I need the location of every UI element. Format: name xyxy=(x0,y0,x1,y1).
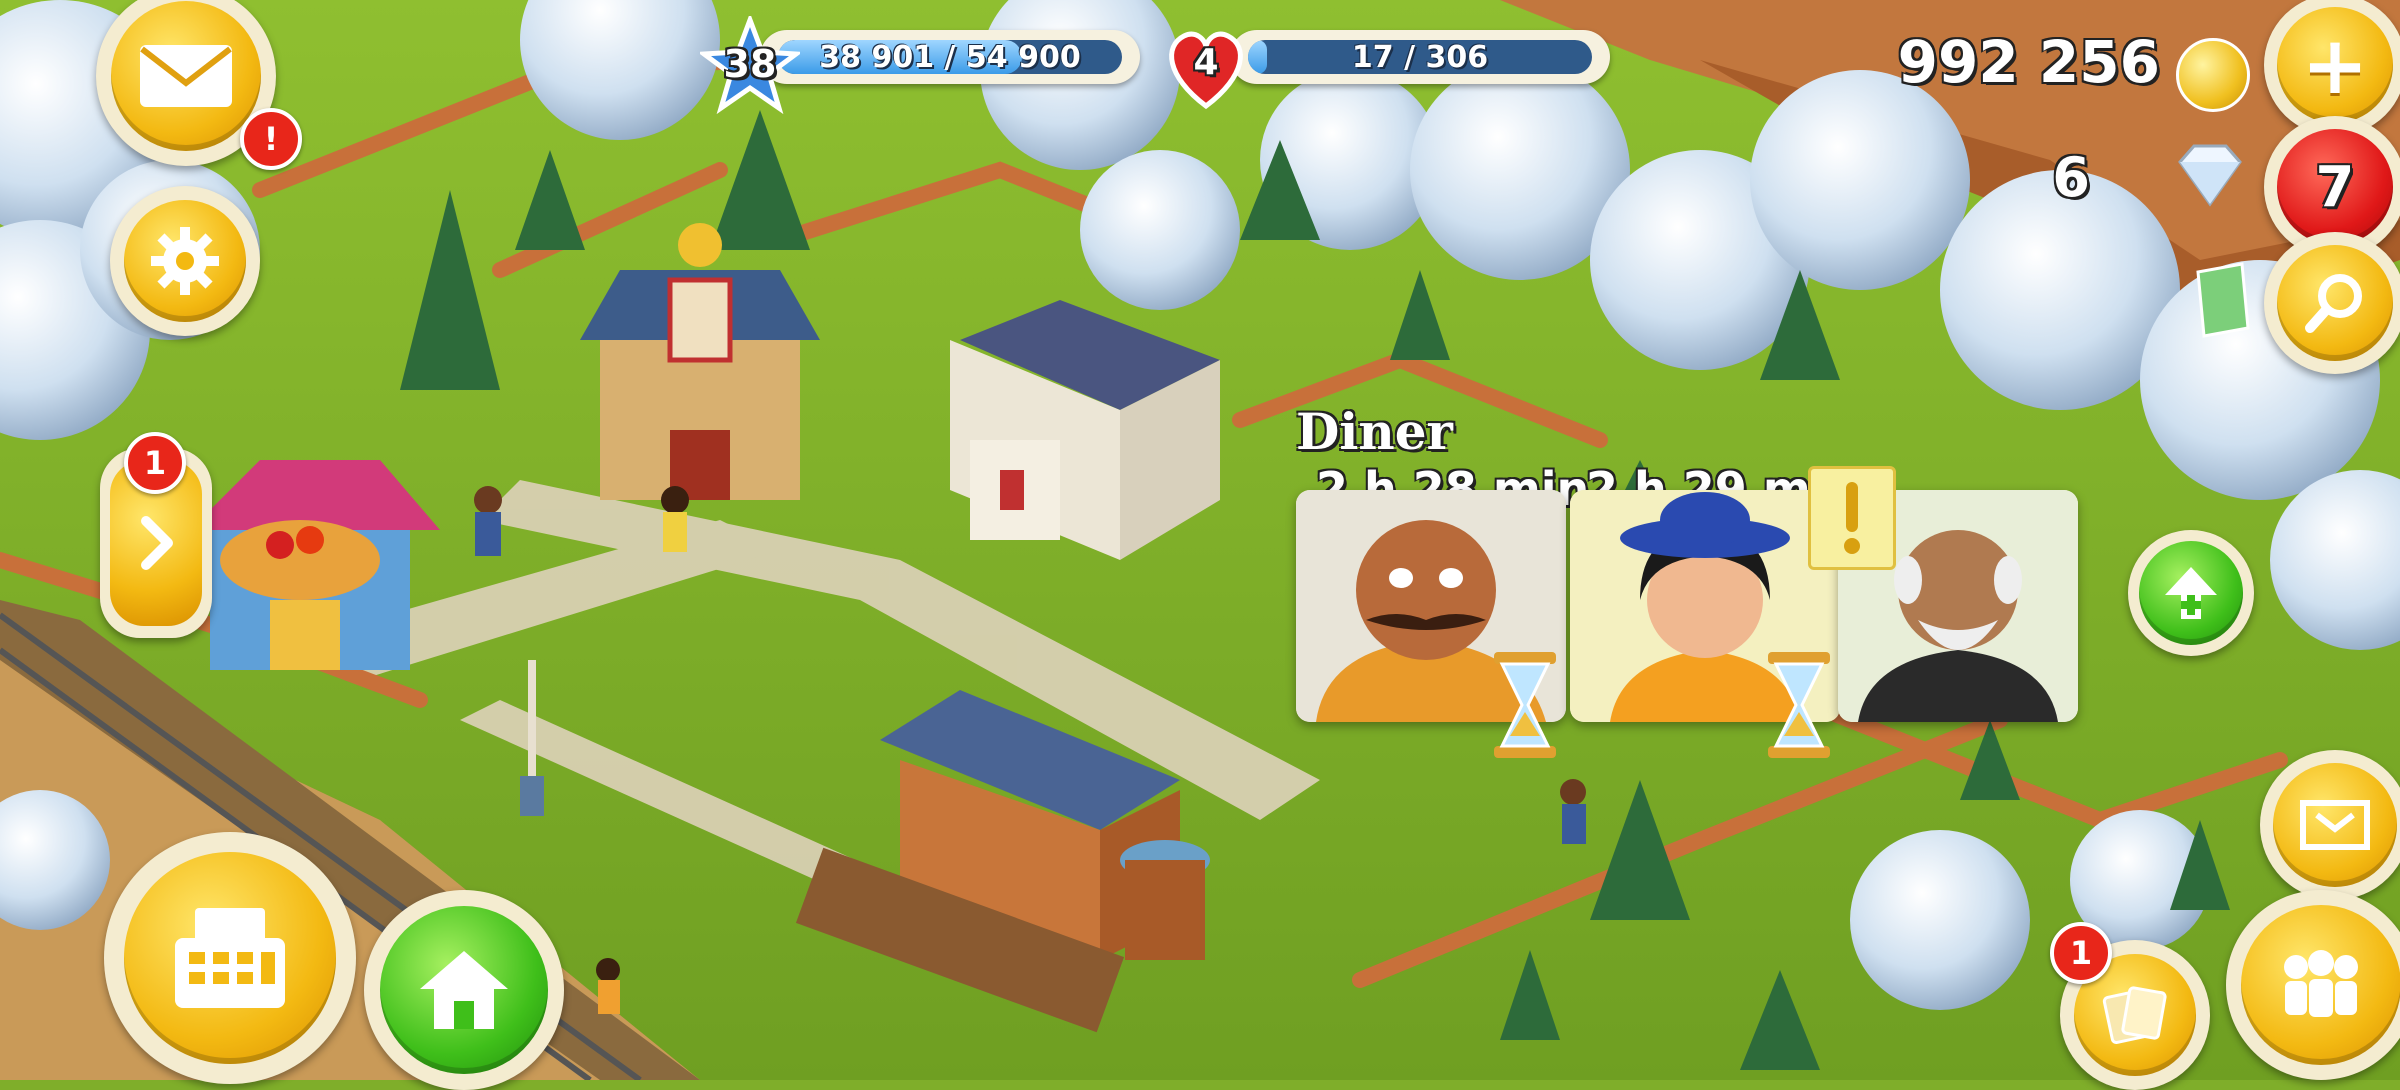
hourglass-icon xyxy=(1768,652,1830,758)
envelope-icon xyxy=(140,45,232,107)
home-button[interactable] xyxy=(364,890,564,1090)
friends-icon xyxy=(2284,950,2358,1017)
diamond-icon xyxy=(2178,144,2242,207)
search-button[interactable] xyxy=(2264,232,2400,374)
coin-count: 992 256 xyxy=(1897,28,2160,96)
settings-button[interactable] xyxy=(110,186,260,336)
expand-arrows-icon xyxy=(2300,800,2370,850)
side-tab-badge: 1 xyxy=(124,432,186,494)
house-icon xyxy=(420,951,508,1029)
xp-bar-track: 38 901 / 54 900 xyxy=(778,40,1122,74)
expand-button[interactable] xyxy=(2260,750,2400,900)
reputation-bar[interactable]: 17 / 306 xyxy=(1230,30,1610,84)
coin-icon xyxy=(2176,38,2250,112)
up-arrow-plus-icon xyxy=(2165,567,2217,619)
exclamation-icon xyxy=(1844,482,1860,554)
gear-icon xyxy=(151,227,219,295)
level-star[interactable]: 38 xyxy=(696,12,804,116)
mail-alert-badge: ! xyxy=(240,108,302,170)
xp-text: 38 901 / 54 900 xyxy=(819,40,1081,74)
level-number: 38 xyxy=(723,42,777,86)
reputation-heart[interactable]: 4 xyxy=(1156,16,1256,116)
plus-icon: + xyxy=(2301,18,2369,112)
hourglass-icon xyxy=(1494,652,1556,758)
cards-badge: 1 xyxy=(2050,922,2112,984)
chevron-right-icon xyxy=(141,516,173,570)
reputation-text: 17 / 306 xyxy=(1351,40,1489,74)
diamond-count: 6 xyxy=(2052,146,2090,209)
diner-label: Diner xyxy=(1296,402,1453,461)
cash-register-icon xyxy=(175,908,285,1008)
red-button-count: 7 xyxy=(2315,154,2355,220)
roadside-shop-button[interactable] xyxy=(104,832,356,1084)
reputation-level: 4 xyxy=(1193,42,1219,83)
xp-bar[interactable]: 38 901 / 54 900 xyxy=(760,30,1140,84)
magnifier-icon xyxy=(2305,274,2362,333)
voucher-icon xyxy=(2196,262,2250,338)
exclamation-sign[interactable] xyxy=(1808,466,1896,570)
cards-icon xyxy=(2102,986,2167,1044)
upgrade-button[interactable] xyxy=(2128,530,2254,656)
reputation-bar-track: 17 / 306 xyxy=(1248,40,1592,74)
